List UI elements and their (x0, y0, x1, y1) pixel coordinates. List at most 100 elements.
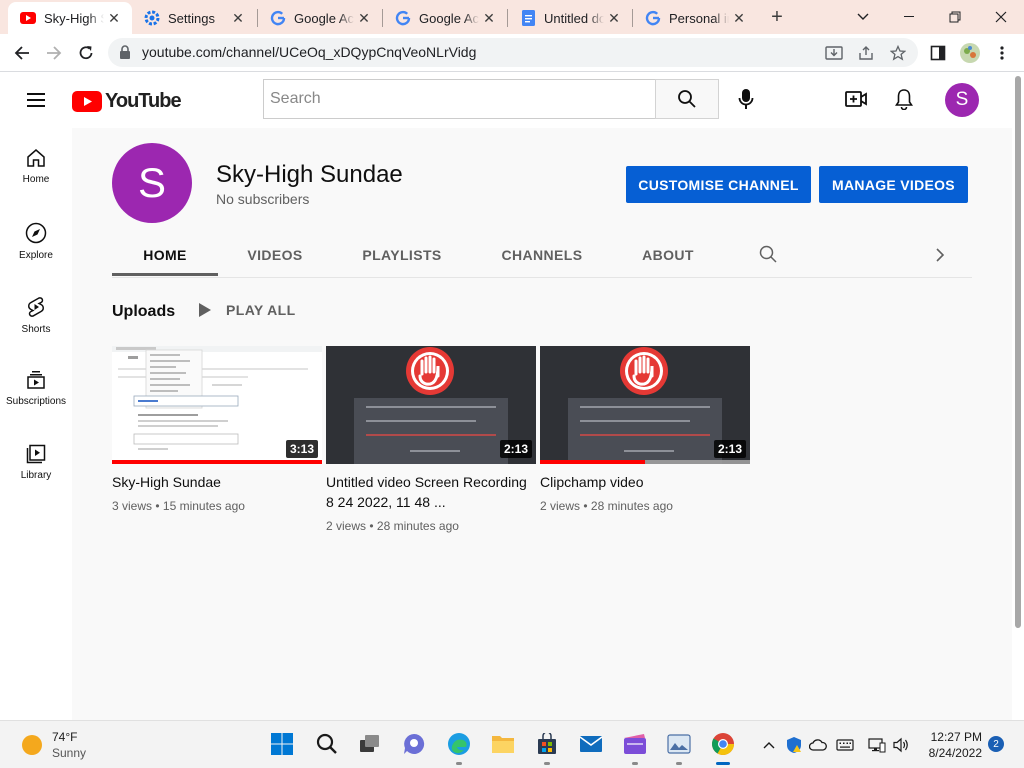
sidebar-item-explore[interactable]: Explore (0, 202, 72, 276)
minimize-icon[interactable] (886, 0, 932, 34)
windows-start-icon[interactable] (269, 731, 295, 757)
video-thumbnail[interactable]: 2:13 (326, 346, 536, 464)
page-scrollbar[interactable] (1012, 72, 1024, 720)
clock-time[interactable]: 12:27 PM (928, 730, 982, 744)
onedrive-cloud-icon[interactable] (809, 736, 827, 754)
search-field[interactable] (263, 79, 656, 119)
keyboard-icon[interactable] (836, 736, 854, 754)
video-title[interactable]: Untitled video Screen Recording 8 24 202… (326, 472, 536, 512)
sidebar-item-subscriptions[interactable]: Subscriptions (0, 350, 72, 424)
back-arrow-icon[interactable] (8, 39, 36, 67)
notification-count-badge[interactable]: 2 (988, 736, 1004, 752)
video-metadata: 3 views • 15 minutes ago (112, 499, 245, 513)
tab-google-account-1[interactable]: Google Account ✕ (258, 2, 382, 34)
youtube-logo[interactable]: YouTube (72, 90, 182, 113)
mail-icon[interactable] (578, 731, 604, 757)
menu-hamburger-icon[interactable] (24, 88, 48, 112)
store-icon[interactable] (534, 731, 560, 757)
side-panel-icon[interactable] (924, 39, 952, 67)
close-tab-icon[interactable]: ✕ (228, 8, 248, 28)
new-tab-button[interactable]: + (765, 6, 789, 30)
tab-youtube[interactable]: Sky-High Sundae ✕ (8, 2, 132, 34)
notifications-bell-icon[interactable] (891, 86, 917, 112)
restore-icon[interactable] (932, 0, 978, 34)
tab-personal-info[interactable]: Personal info ✕ (633, 2, 757, 34)
video-card[interactable]: 3:13 Sky-High Sundae 3 views • 15 minute… (112, 346, 322, 513)
voice-search-button[interactable] (730, 83, 762, 115)
task-view-icon[interactable] (357, 731, 383, 757)
install-app-icon[interactable] (820, 39, 848, 67)
tab-about[interactable]: ABOUT (634, 238, 702, 276)
active-indicator (716, 762, 730, 765)
forward-arrow-icon[interactable] (40, 39, 68, 67)
clipchamp-icon[interactable] (622, 731, 648, 757)
search-button[interactable] (655, 79, 719, 119)
volume-icon[interactable] (892, 736, 910, 754)
sidebar-item-shorts[interactable]: Shorts (0, 276, 72, 350)
weather-condition[interactable]: Sunny (52, 746, 86, 760)
tab-videos[interactable]: VIDEOS (236, 238, 314, 276)
uploads-section-title[interactable]: Uploads (112, 303, 175, 321)
google-icon (395, 10, 411, 26)
channel-avatar[interactable]: S (112, 143, 192, 223)
share-icon[interactable] (852, 39, 880, 67)
lock-icon[interactable] (119, 45, 131, 64)
video-thumbnail[interactable]: 2:13 (540, 346, 750, 464)
tab-untitled-document[interactable]: Untitled document ✕ (508, 2, 632, 34)
channel-search-icon[interactable] (754, 238, 782, 276)
video-thumbnail[interactable]: 3:13 (112, 346, 322, 464)
channel-page: S Sky-High Sundae No subscribers CUSTOMI… (72, 128, 1012, 720)
photos-icon[interactable] (666, 731, 692, 757)
weather-temperature[interactable]: 74°F (52, 730, 77, 744)
reload-icon[interactable] (72, 39, 100, 67)
sidebar-item-home[interactable]: Home (0, 128, 72, 202)
profile-avatar-icon[interactable] (956, 39, 984, 67)
tab-google-account-2[interactable]: Google Account ✕ (383, 2, 507, 34)
video-metadata: 2 views • 28 minutes ago (540, 499, 673, 513)
address-bar[interactable]: youtube.com/channel/UCeOq_xDQypCnqVeoNLr… (108, 38, 918, 67)
create-video-icon[interactable] (843, 86, 869, 112)
customise-channel-button[interactable]: CUSTOMISE CHANNEL (626, 166, 811, 203)
video-card[interactable]: 2:13 Untitled video Screen Recording 8 2… (326, 346, 536, 533)
video-card[interactable]: 2:13 Clipchamp video 2 views • 28 minute… (540, 346, 750, 513)
tab-home[interactable]: HOME (112, 238, 218, 276)
search-icon[interactable] (314, 731, 340, 757)
sun-icon[interactable] (22, 735, 42, 755)
close-tab-icon[interactable]: ✕ (729, 8, 749, 28)
video-title[interactable]: Clipchamp video (540, 472, 750, 492)
account-avatar[interactable]: S (945, 83, 979, 117)
close-tab-icon[interactable]: ✕ (604, 8, 624, 28)
channel-name: Sky-High Sundae (216, 161, 403, 188)
show-hidden-icons-chevron-icon[interactable] (760, 736, 778, 754)
file-explorer-icon[interactable] (490, 731, 516, 757)
search-input[interactable] (264, 80, 656, 118)
chrome-icon[interactable] (710, 731, 736, 757)
clock-date[interactable]: 8/24/2022 (918, 746, 982, 760)
edge-icon[interactable] (446, 731, 472, 757)
upload-age: 28 minutes ago (376, 519, 459, 533)
close-window-icon[interactable] (978, 0, 1024, 34)
play-all-button[interactable]: PLAY ALL (198, 302, 296, 318)
chat-icon[interactable] (401, 731, 427, 757)
tab-playlists[interactable]: PLAYLISTS (354, 238, 450, 276)
windows-taskbar: 74°F Sunny 12:27 PM 8/24/2022 2 (0, 720, 1024, 768)
tab-settings[interactable]: Settings ✕ (132, 2, 256, 34)
tab-channels[interactable]: CHANNELS (492, 238, 592, 276)
youtube-header: YouTube S (0, 72, 1012, 128)
close-tab-icon[interactable]: ✕ (354, 8, 374, 28)
tab-search-chevron-icon[interactable] (840, 0, 886, 34)
close-tab-icon[interactable]: ✕ (479, 8, 499, 28)
video-title[interactable]: Sky-High Sundae (112, 472, 322, 492)
running-indicator (676, 762, 682, 765)
bookmark-star-icon[interactable] (884, 39, 912, 67)
close-tab-icon[interactable]: ✕ (104, 8, 124, 28)
scrollbar-thumb[interactable] (1015, 76, 1021, 628)
home-icon (27, 149, 45, 167)
network-icon[interactable] (868, 736, 886, 754)
sidebar-item-library[interactable]: Library (0, 424, 72, 498)
browser-menu-icon[interactable] (988, 39, 1016, 67)
security-warning-icon[interactable] (785, 736, 803, 754)
address-url: youtube.com/channel/UCeOq_xDQypCnqVeoNLr… (142, 44, 477, 60)
manage-videos-button[interactable]: MANAGE VIDEOS (819, 166, 968, 203)
tabs-scroll-right-icon[interactable] (928, 238, 952, 276)
